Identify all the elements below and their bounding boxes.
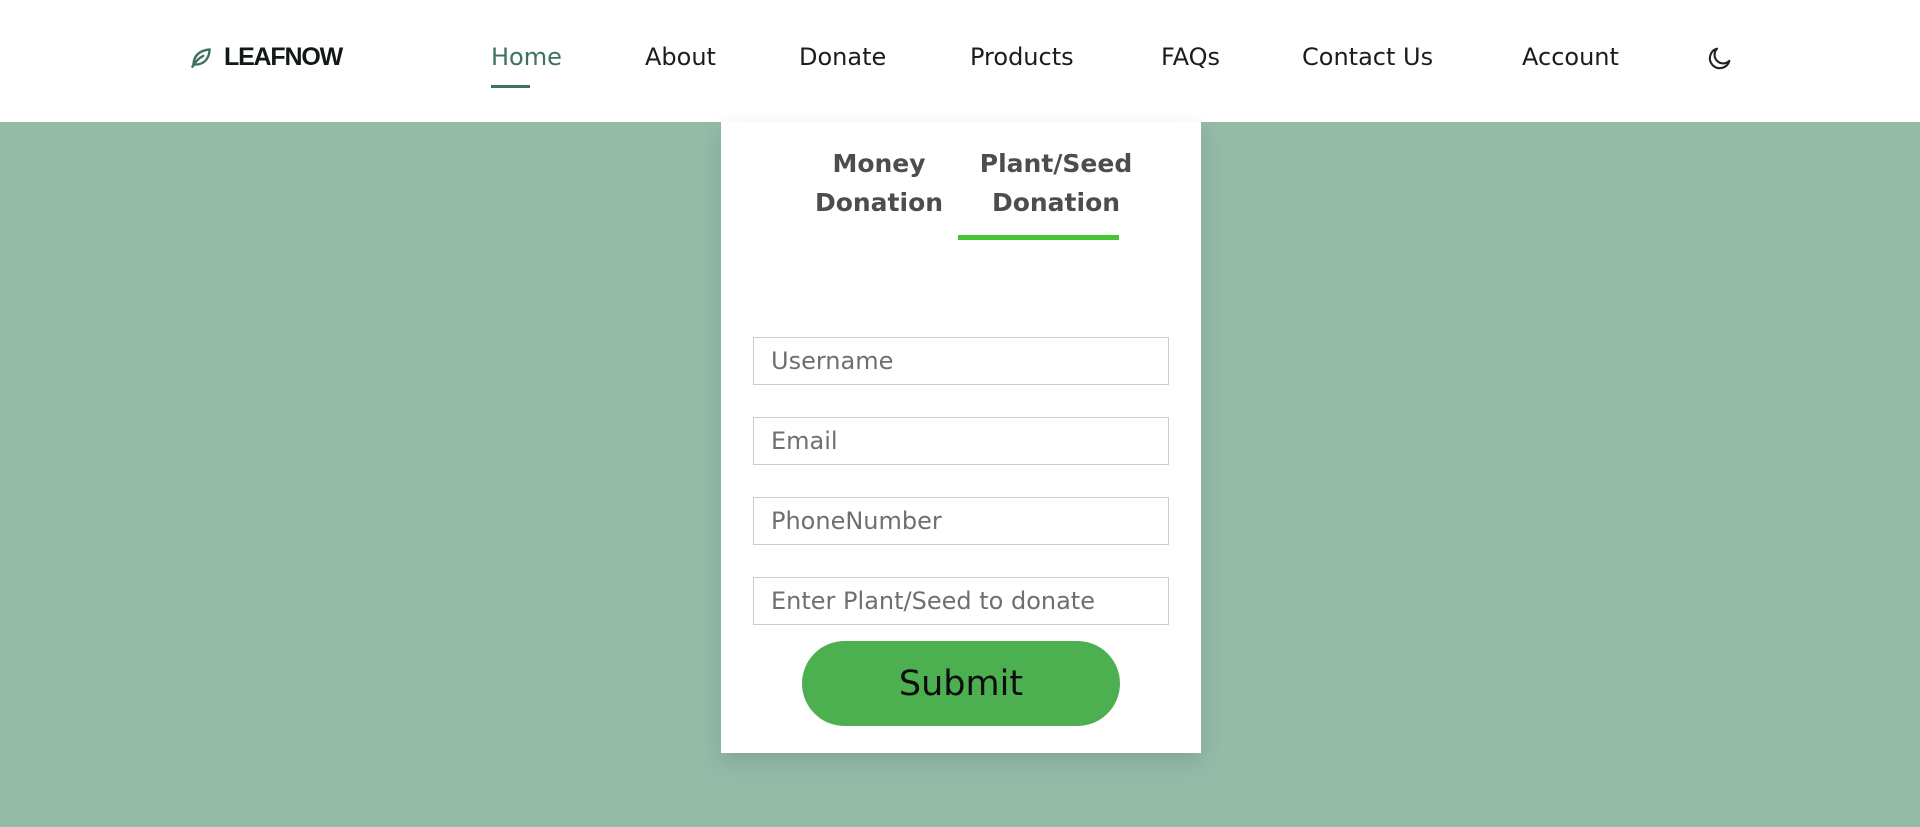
moon-icon[interactable]	[1706, 44, 1734, 72]
nav-faqs[interactable]: FAQs	[1161, 40, 1220, 74]
plant-seed-input[interactable]	[753, 577, 1169, 625]
username-input[interactable]	[753, 337, 1169, 385]
donation-card: Money Donation Plant/Seed Donation Submi…	[721, 122, 1201, 753]
nav-donate[interactable]: Donate	[799, 40, 886, 74]
nav-products[interactable]: Products	[970, 40, 1074, 74]
tab-money-donation-label: Money Donation	[814, 149, 944, 217]
tab-plant-seed-donation-label: Plant/Seed Donation	[979, 149, 1133, 217]
nav-account[interactable]: Account	[1522, 40, 1619, 74]
phone-number-input[interactable]	[753, 497, 1169, 545]
nav-contact-us[interactable]: Contact Us	[1302, 40, 1433, 74]
submit-button[interactable]: Submit	[802, 641, 1120, 726]
nav-about[interactable]: About	[645, 40, 716, 74]
tab-plant-seed-donation[interactable]: Plant/Seed Donation	[973, 144, 1139, 222]
nav-home[interactable]: Home	[491, 40, 562, 74]
leaf-icon	[188, 44, 214, 70]
nav-active-indicator	[491, 85, 530, 88]
site-header: LEAFNOW Home About Donate Products FAQs …	[0, 0, 1920, 122]
active-tab-indicator	[958, 235, 1119, 240]
email-input[interactable]	[753, 417, 1169, 465]
brand-logo[interactable]: LEAFNOW	[188, 42, 343, 72]
brand-name: LEAFNOW	[224, 42, 343, 71]
tab-money-donation[interactable]: Money Donation	[801, 144, 957, 222]
